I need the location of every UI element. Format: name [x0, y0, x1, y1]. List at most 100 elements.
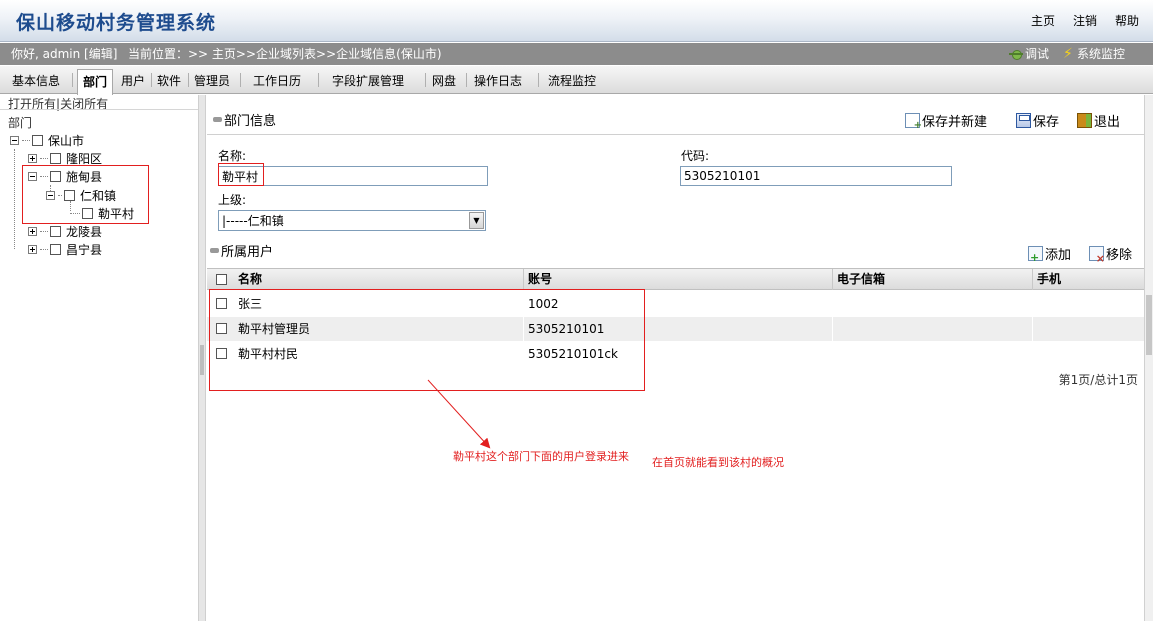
save-label: 保存 [1033, 115, 1060, 130]
tree-node-longling[interactable]: 龙陵县 [28, 222, 102, 240]
annotation-text-1: 勒平村这个部门下面的用户登录进来 [453, 450, 629, 463]
annotation-highlight-users [209, 289, 645, 391]
parent-label: 上级: [218, 193, 247, 207]
users-title: 所属用户 [221, 245, 274, 260]
column-header-email[interactable]: 电子信箱 [833, 269, 1033, 290]
tree-checkbox[interactable] [50, 225, 61, 237]
tree-branch-line [40, 230, 48, 232]
main-panel: 部门信息 保存并新建 保存 退出 名称: 代码: 上级: |-----仁和镇 ▼… [207, 95, 1144, 621]
code-input[interactable] [680, 166, 952, 186]
top-links: 主页 注销 帮助 [1031, 12, 1139, 29]
exit-label: 退出 [1094, 115, 1121, 130]
department-tree-panel: 打开所有|关闭所有 部门 保山市 隆阳区 施甸县 仁和镇 勒平村 龙陵县 昌宁县 [0, 95, 198, 621]
add-user-label: 添加 [1045, 248, 1072, 263]
column-header-account[interactable]: 账号 [524, 269, 833, 290]
chevron-down-icon[interactable]: ▼ [469, 212, 484, 229]
tree-branch-line [40, 157, 48, 159]
tab-separator [240, 73, 241, 87]
remove-icon [1089, 246, 1105, 265]
parent-select-value: |-----仁和镇 [222, 214, 284, 228]
main-scrollbar[interactable] [1144, 95, 1153, 621]
tree-checkbox[interactable] [50, 243, 61, 255]
collapse-icon[interactable] [10, 135, 19, 145]
cell-phone [1033, 317, 1144, 341]
cell-email [833, 317, 1033, 341]
tab-process-monitor[interactable]: 流程监控 [548, 72, 596, 89]
tab-separator [538, 73, 539, 87]
exit-icon [1077, 113, 1092, 128]
annotation-highlight-name [218, 163, 264, 186]
debug-button[interactable]: 调试 [1008, 43, 1049, 65]
tree-branch-line [22, 139, 30, 141]
tab-separator [318, 73, 319, 87]
exit-button[interactable]: 退出 [1077, 111, 1120, 130]
tree-connector [14, 149, 15, 249]
system-monitor-label: 系统监控 [1076, 47, 1125, 61]
user-greeting[interactable]: 你好, admin [编辑] [11, 43, 117, 65]
app-header: 保山移动村务管理系统 主页 注销 帮助 [0, 0, 1153, 42]
bug-icon [1008, 47, 1023, 61]
tab-operation-log[interactable]: 操作日志 [474, 72, 522, 89]
tab-software[interactable]: 软件 [157, 72, 181, 89]
tree-caption: 部门 [8, 116, 33, 130]
remove-user-button[interactable]: 移除 [1089, 244, 1132, 265]
add-icon [1028, 246, 1043, 264]
code-label: 代码: [681, 149, 710, 163]
select-all-checkbox[interactable] [216, 274, 227, 285]
parent-select[interactable]: |-----仁和镇 ▼ [218, 210, 486, 231]
help-link[interactable]: 帮助 [1115, 12, 1139, 29]
tab-separator [151, 73, 152, 87]
system-monitor-button[interactable]: ⚡ 系统监控 [1063, 43, 1125, 65]
tab-separator [72, 73, 73, 87]
tab-basic-info[interactable]: 基本信息 [12, 72, 60, 89]
tab-users[interactable]: 用户 [121, 72, 145, 89]
tab-separator [188, 73, 189, 87]
tree-node-label: 隆阳区 [66, 151, 103, 166]
collapse-icon[interactable] [213, 117, 222, 122]
debug-label: 调试 [1024, 47, 1049, 61]
save-and-new-label: 保存并新建 [922, 115, 988, 130]
splitter-handle[interactable] [200, 345, 204, 375]
app-title: 保山移动村务管理系统 [16, 12, 217, 34]
save-new-icon [905, 113, 922, 131]
column-header-name[interactable]: 名称 [234, 269, 524, 290]
tree-checkbox[interactable] [50, 152, 61, 164]
info-bar: 你好, admin [编辑] 当前位置：>> 主页>>企业域列表>>企业域信息(… [0, 43, 1153, 65]
users-section-title: 所属用户 [210, 241, 273, 260]
annotation-text-2: 在首页就能看到该村的概况 [652, 456, 784, 469]
tab-separator [425, 73, 426, 87]
tab-separator [466, 73, 467, 87]
save-and-new-button[interactable]: 保存并新建 [905, 111, 988, 131]
save-button[interactable]: 保存 [1016, 111, 1059, 130]
cell-email [833, 342, 1033, 366]
tab-department[interactable]: 部门 [77, 69, 114, 95]
home-link[interactable]: 主页 [1031, 12, 1055, 29]
tab-admins[interactable]: 管理员 [194, 72, 230, 89]
cell-phone [1033, 292, 1144, 316]
tab-field-extension[interactable]: 字段扩展管理 [332, 72, 404, 89]
collapse-icon[interactable] [210, 248, 219, 253]
name-label: 名称: [218, 149, 247, 163]
add-user-button[interactable]: 添加 [1028, 244, 1072, 264]
tree-node-label: 昌宁县 [66, 242, 103, 257]
expand-icon[interactable] [28, 244, 37, 254]
tab-work-calendar[interactable]: 工作日历 [253, 72, 301, 89]
cell-email [833, 292, 1033, 316]
tree-node-baoshan[interactable]: 保山市 [10, 131, 84, 149]
dept-info-title: 部门信息 [224, 114, 277, 129]
panel-splitter[interactable] [198, 95, 206, 621]
tree-node-changning[interactable]: 昌宁县 [28, 240, 102, 258]
tab-netdisk[interactable]: 网盘 [432, 72, 456, 89]
save-icon [1016, 113, 1031, 128]
tab-bar: 基本信息 部门 用户 软件 管理员 工作日历 字段扩展管理 网盘 操作日志 流程… [0, 66, 1153, 95]
scrollbar-thumb[interactable] [1146, 295, 1152, 355]
tree-node-label: 保山市 [48, 133, 85, 148]
annotation-highlight-tree [22, 165, 149, 224]
logout-link[interactable]: 注销 [1073, 12, 1097, 29]
tree-checkbox[interactable] [32, 134, 43, 146]
expand-icon[interactable] [28, 226, 37, 236]
expand-icon[interactable] [28, 153, 37, 163]
column-header-phone[interactable]: 手机 [1033, 269, 1144, 290]
section-divider [207, 134, 1144, 135]
pagination-info: 第1页/总计1页 [1058, 373, 1138, 387]
